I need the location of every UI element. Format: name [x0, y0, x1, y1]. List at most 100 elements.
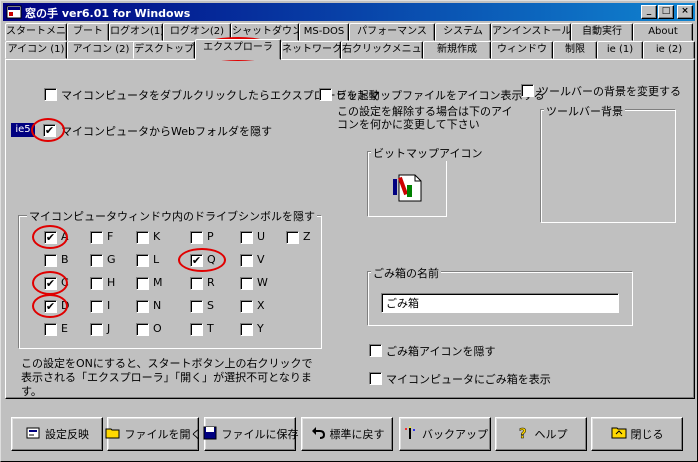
tab-row1-8[interactable]: アンインストール [491, 23, 571, 41]
help-question-button[interactable]: ? ヘルプ [495, 417, 587, 451]
drive-G-checkbox[interactable] [90, 254, 103, 267]
backup-magic-icon [402, 425, 418, 444]
drive-F-label: F [107, 230, 114, 243]
title-bar[interactable]: 窓の手 ver6.01 for Windows _ □ × [3, 3, 695, 21]
close-folder-button[interactable]: 閉じる [591, 417, 683, 451]
drive-M-checkbox[interactable] [136, 277, 149, 290]
window-app-icon [6, 5, 22, 19]
drive-I-checkbox[interactable] [90, 300, 103, 313]
open-folder-button[interactable]: ファイルを開く [105, 417, 202, 451]
toolbar-bg-group-title: ツールバー背景 [544, 103, 625, 119]
tab-row2-1[interactable]: アイコン (2) [67, 41, 135, 59]
drive-A-label: A [61, 230, 69, 243]
drive-L-checkbox[interactable] [136, 254, 149, 267]
drive-I-label: I [107, 299, 111, 312]
apply-settings-button[interactable]: 設定反映 [11, 417, 103, 451]
save-disk-icon [202, 425, 218, 444]
recycle-name-group-title: ごみ箱の名前 [371, 265, 441, 281]
drive-C-checkbox[interactable]: ✔ [44, 277, 57, 290]
drive-N-checkbox[interactable] [136, 300, 149, 313]
help-question-icon: ? [515, 425, 531, 444]
recycle-name-input[interactable] [381, 293, 619, 313]
svg-text:?: ? [519, 427, 527, 441]
drive-H-label: H [107, 276, 116, 289]
drive-K-checkbox[interactable] [136, 231, 149, 244]
button-label: ファイルに保存 [221, 428, 299, 441]
bitmap-icon-checkbox[interactable] [319, 88, 332, 101]
drive-L-label: L [153, 253, 160, 266]
drive-Y-checkbox[interactable] [240, 323, 253, 336]
drive-E-checkbox[interactable] [44, 323, 57, 336]
tab-row2-3[interactable]: エクスプローラ [195, 39, 281, 60]
tab-row1-6[interactable]: パフォーマンス [349, 23, 435, 41]
drive-K-label: K [153, 230, 161, 243]
drive-S-checkbox[interactable] [190, 300, 203, 313]
tab-row2-0[interactable]: アイコン (1) [5, 41, 67, 59]
drive-S-label: S [207, 299, 214, 312]
drive-X-label: X [257, 299, 265, 312]
close-button[interactable]: × [677, 5, 693, 19]
drive-B-checkbox[interactable] [44, 254, 57, 267]
drive-R-checkbox[interactable] [190, 277, 203, 290]
tab-row2-2[interactable]: デスクトップ [133, 41, 195, 59]
tab-row2-9[interactable]: ie (1) [597, 41, 643, 59]
tab-row1-1[interactable]: ブート [67, 23, 109, 41]
tab-row1-9[interactable]: 自動実行 [571, 23, 633, 41]
drive-D-checkbox[interactable]: ✔ [44, 300, 57, 313]
window-title: 窓の手 ver6.01 for Windows [25, 7, 191, 20]
tab-row2-6[interactable]: 新規作成 [423, 41, 491, 59]
save-disk-button[interactable]: ファイルに保存 [202, 417, 299, 451]
drive-X-checkbox[interactable] [240, 300, 253, 313]
tab-row1-7[interactable]: システム [435, 23, 491, 41]
drive-U-label: U [257, 230, 266, 243]
drive-N-label: N [153, 299, 162, 312]
tab-row1-5[interactable]: MS-DOS [299, 23, 349, 41]
close-folder-icon [611, 425, 627, 444]
apply-settings-icon [25, 425, 41, 444]
toolbar-bg-group [540, 109, 676, 223]
button-label: 設定反映 [45, 428, 89, 441]
tab-row2-7[interactable]: ウィンドウ [491, 41, 553, 59]
tab-row2-8[interactable]: 制限 [553, 41, 597, 59]
drive-V-checkbox[interactable] [240, 254, 253, 267]
drive-E-label: E [61, 322, 68, 335]
tab-row1-2[interactable]: ログオン(1) [109, 23, 163, 41]
toolbar-bg-checkbox[interactable] [521, 84, 534, 97]
drive-H-checkbox[interactable] [90, 277, 103, 290]
drive-Z-label: Z [303, 230, 311, 243]
drive-V-label: V [257, 253, 265, 266]
button-label: バックアップ [422, 428, 488, 441]
drive-G-label: G [107, 253, 116, 266]
bitmap-note: この設定を解除する場合は下のアイコンを何かに変更して下さい [337, 105, 513, 131]
minimize-button[interactable]: _ [641, 5, 657, 19]
drive-J-checkbox[interactable] [90, 323, 103, 336]
drive-Z-checkbox[interactable] [286, 231, 299, 244]
bitmap-paint-icon[interactable] [389, 171, 423, 203]
undo-arrow-button[interactable]: 標準に戻す [301, 417, 393, 451]
drive-Q-checkbox[interactable]: ✔ [190, 254, 203, 267]
drive-T-checkbox[interactable] [190, 323, 203, 336]
drive-O-checkbox[interactable] [136, 323, 149, 336]
drive-O-label: O [153, 322, 162, 335]
tab-row1-10[interactable]: About [633, 23, 693, 41]
tab-row1-0[interactable]: スタートメニュー [5, 23, 67, 41]
tab-row2-4[interactable]: ネットワーク [281, 41, 341, 59]
tab-row2-5[interactable]: 右クリックメニュー [341, 41, 423, 59]
button-label: 標準に戻す [329, 428, 385, 441]
explorer-on-mycomputer-checkbox[interactable] [44, 88, 57, 101]
drive-P-label: P [207, 230, 214, 243]
drive-P-checkbox[interactable] [190, 231, 203, 244]
drive-F-checkbox[interactable] [90, 231, 103, 244]
tab-row2-10[interactable]: ie (2) [643, 41, 695, 59]
drive-B-label: B [61, 253, 69, 266]
button-label: 閉じる [630, 428, 664, 441]
drive-W-checkbox[interactable] [240, 277, 253, 290]
drive-A-checkbox[interactable]: ✔ [44, 231, 57, 244]
backup-magic-button[interactable]: バックアップ [399, 417, 491, 451]
recycle-on-mycomputer-checkbox[interactable] [369, 372, 382, 385]
button-label: ヘルプ [534, 428, 568, 441]
hide-recycle-icon-checkbox[interactable] [369, 344, 382, 357]
drive-U-checkbox[interactable] [240, 231, 253, 244]
maximize-button[interactable]: □ [658, 5, 674, 19]
hide-webfolder-checkbox[interactable]: ✔ [43, 124, 56, 137]
